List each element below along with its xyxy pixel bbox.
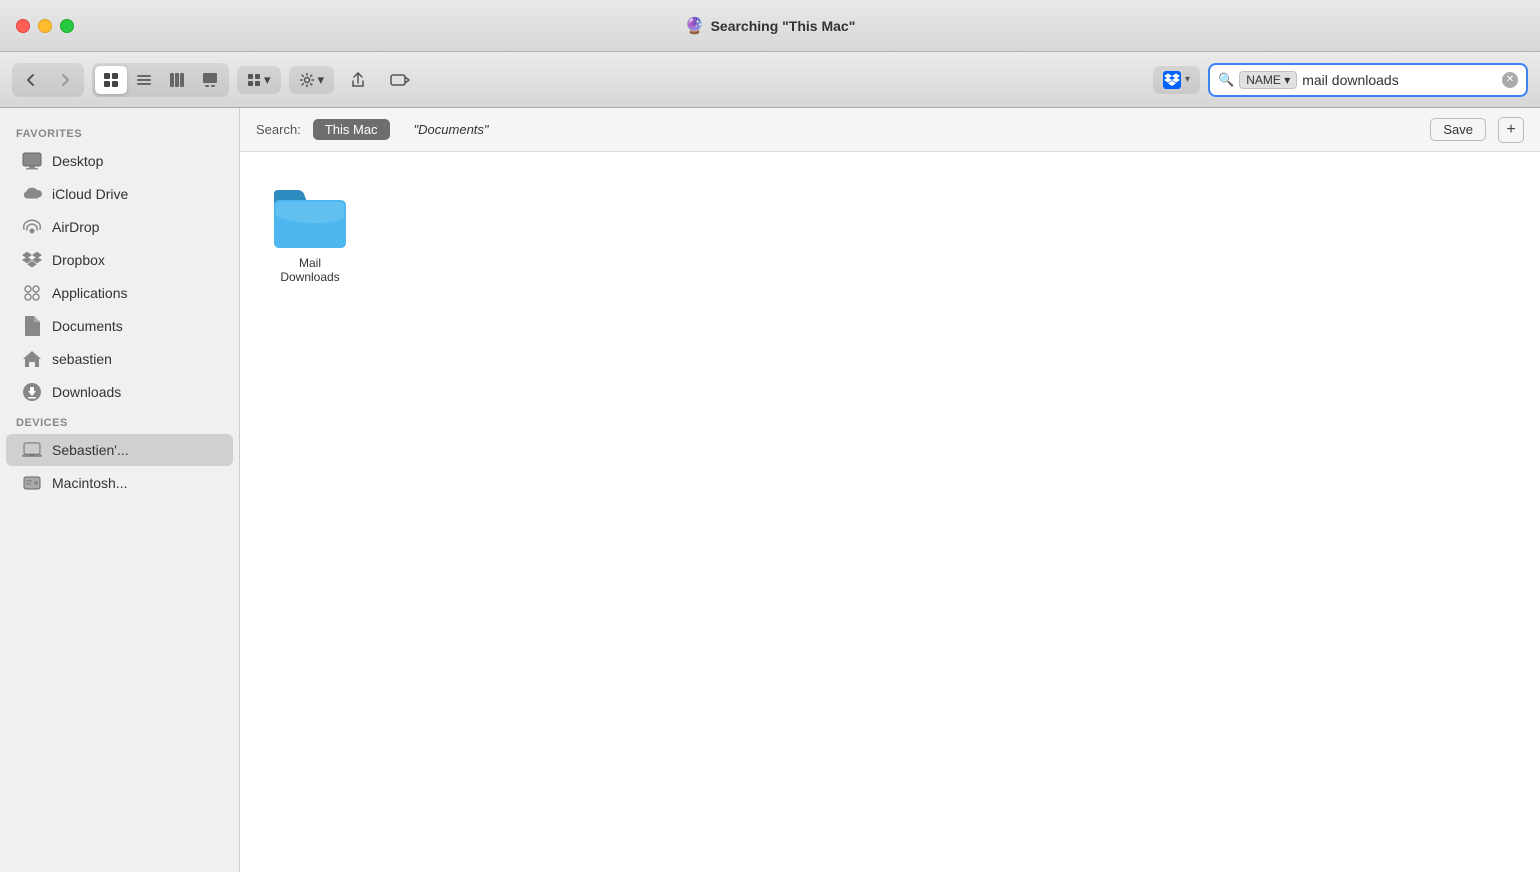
this-mac-scope-button[interactable]: This Mac <box>313 119 390 140</box>
home-icon <box>22 349 42 369</box>
save-search-button[interactable]: Save <box>1430 118 1486 141</box>
window-title: Searching "This Mac" <box>711 18 856 34</box>
sidebar-item-dropbox[interactable]: Dropbox <box>6 244 233 276</box>
view-list-button[interactable] <box>128 66 160 94</box>
documents-icon <box>22 316 42 336</box>
sidebar-item-home[interactable]: sebastien <box>6 343 233 375</box>
view-column-button[interactable] <box>161 66 193 94</box>
hdd-icon <box>22 473 42 493</box>
sidebar-item-downloads[interactable]: Downloads <box>6 376 233 408</box>
search-name-badge[interactable]: NAME ▾ <box>1239 71 1297 89</box>
folder-icon <box>270 180 350 250</box>
sidebar-item-applications[interactable]: Applications <box>6 277 233 309</box>
toolbar: ▾ ▾ <box>0 52 1540 108</box>
sidebar-item-sebastien-mac[interactable]: Sebastien'... <box>6 434 233 466</box>
view-cover-button[interactable] <box>194 66 226 94</box>
search-clear-button[interactable]: ✕ <box>1502 72 1518 88</box>
desktop-icon <box>22 151 42 171</box>
close-button[interactable] <box>16 19 30 33</box>
sidebar-item-label-airdrop: AirDrop <box>52 219 99 235</box>
sidebar-item-label-dropbox: Dropbox <box>52 252 105 268</box>
sidebar-item-desktop[interactable]: Desktop <box>6 145 233 177</box>
minimize-button[interactable] <box>38 19 52 33</box>
devices-header: Devices <box>0 409 239 433</box>
sidebar-item-label-macintosh: Macintosh... <box>52 475 127 491</box>
sidebar-item-label-applications: Applications <box>52 285 128 301</box>
forward-button[interactable] <box>49 66 81 94</box>
search-icon: 🔍 <box>1218 72 1234 88</box>
group-dropdown-button[interactable]: ▾ <box>237 66 281 94</box>
maximize-button[interactable] <box>60 19 74 33</box>
file-label-mail-downloads: Mail Downloads <box>268 256 352 284</box>
main-content: Favorites Desktop iCloud Drive <box>0 108 1540 872</box>
sidebar-item-documents[interactable]: Documents <box>6 310 233 342</box>
group-dropdown-arrow: ▾ <box>264 72 271 88</box>
dropbox-button[interactable]: ▾ <box>1153 66 1200 94</box>
sidebar-item-label-sebastien-mac: Sebastien'... <box>52 442 129 458</box>
search-scope-bar: Search: This Mac "Documents" Save + <box>240 108 1540 152</box>
favorites-header: Favorites <box>0 120 239 144</box>
icloud-icon <box>22 184 42 204</box>
nav-button-group <box>12 63 84 97</box>
action-dropdown-button[interactable]: ▾ <box>289 66 335 94</box>
view-icon-button[interactable] <box>95 66 127 94</box>
tag-button[interactable] <box>382 66 418 94</box>
applications-icon <box>22 283 42 303</box>
search-bar: 🔍 NAME ▾ ✕ <box>1208 63 1528 97</box>
window-controls <box>16 19 74 33</box>
sidebar-item-label-desktop: Desktop <box>52 153 103 169</box>
gear-dropdown-arrow: ▾ <box>318 72 325 88</box>
file-grid: Mail Downloads <box>240 152 1540 872</box>
sidebar: Favorites Desktop iCloud Drive <box>0 108 240 872</box>
window-title-area: 🔮 Searching "This Mac" <box>685 16 856 36</box>
laptop-icon <box>22 440 42 460</box>
airdrop-icon <box>22 217 42 237</box>
add-search-criteria-button[interactable]: + <box>1498 117 1524 143</box>
sidebar-item-label-downloads: Downloads <box>52 384 121 400</box>
sidebar-item-label-home: sebastien <box>52 351 112 367</box>
dropbox-icon <box>1163 71 1181 89</box>
title-bar: 🔮 Searching "This Mac" <box>0 0 1540 52</box>
sidebar-item-icloud[interactable]: iCloud Drive <box>6 178 233 210</box>
back-button[interactable] <box>15 66 47 94</box>
dropbox-arrow: ▾ <box>1185 74 1190 85</box>
dropbox-sidebar-icon <box>22 250 42 270</box>
file-area: Search: This Mac "Documents" Save + <box>240 108 1540 872</box>
sidebar-item-label-icloud: iCloud Drive <box>52 186 128 202</box>
search-label: Search: <box>256 122 301 137</box>
file-item-mail-downloads[interactable]: Mail Downloads <box>260 172 360 292</box>
sidebar-item-airdrop[interactable]: AirDrop <box>6 211 233 243</box>
downloads-icon <box>22 382 42 402</box>
view-button-group <box>92 63 229 97</box>
documents-scope-button[interactable]: "Documents" <box>402 119 501 140</box>
sidebar-item-label-documents: Documents <box>52 318 123 334</box>
share-button[interactable] <box>342 66 374 94</box>
sidebar-item-macintosh[interactable]: Macintosh... <box>6 467 233 499</box>
title-icon: 🔮 <box>685 16 705 36</box>
search-input[interactable] <box>1302 72 1497 88</box>
